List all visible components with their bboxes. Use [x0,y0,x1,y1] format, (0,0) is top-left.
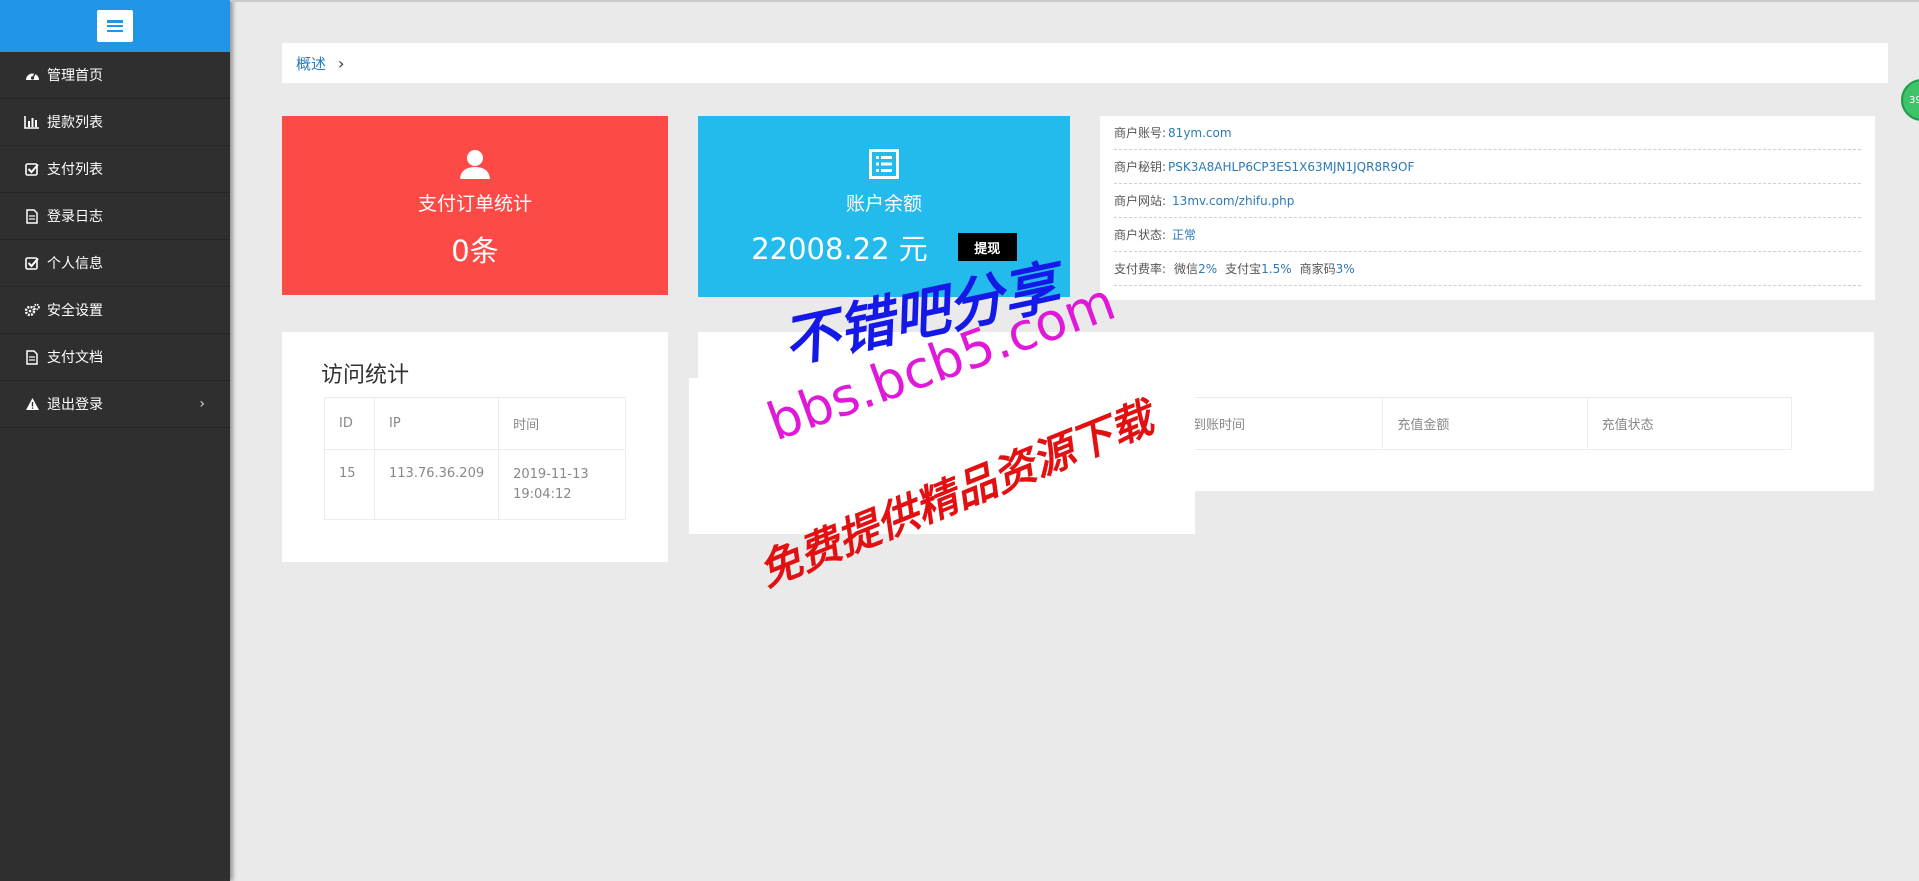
wechat-rate-value: 2% [1198,261,1218,276]
sidebar-item-home[interactable]: 管理首页 [0,52,230,99]
check-square-icon [23,255,41,271]
balance-title: 账户余额 [845,193,922,215]
warning-icon [23,396,41,412]
merchant-code-rate-label: 商家码 [1299,262,1336,276]
chevron-right-icon: › [199,396,205,412]
visit-time-cell: 2019-11-13 19:04:12 [498,449,626,520]
sidebar-item-docs[interactable]: 支付文档 [0,334,230,381]
sidebar-item-login-log[interactable]: 登录日志 [0,193,230,240]
merchant-status-value: 正常 [1172,228,1197,242]
merchant-rate-label: 支付费率: [1114,262,1167,276]
sidebar-item-profile[interactable]: 个人信息 [0,240,230,287]
merchant-site-row: 商户网站: 13mv.com/zhifu.php [1114,184,1861,218]
sidebar-item-label: 退出登录 [47,397,103,413]
merchant-status-row: 商户状态: 正常 [1114,218,1861,252]
order-stats-card: 支付订单统计 0条 [282,116,668,295]
column-header-time: 时间 [498,397,626,450]
sidebar-item-label: 管理首页 [47,68,103,84]
merchant-account-value: 81ym.com [1168,125,1232,140]
dashboard-icon [23,67,41,83]
breadcrumb: 概述 › [282,43,1888,83]
column-header-id: ID [324,397,375,450]
wechat-rate-label: 微信 [1174,262,1199,276]
recharge-table: 到账时间 充值金额 充值状态 [1177,397,1793,450]
sidebar-item-label: 个人信息 [47,256,103,272]
merchant-account-row: 商户账号: 81ym.com [1114,116,1861,150]
balance-amount: 22008.22 元 [751,232,928,266]
sidebar-item-label: 支付文档 [47,350,103,366]
sidebar-item-logout[interactable]: 退出登录 › [0,381,230,428]
table-row: 15 113.76.36.209 2019-11-13 19:04:12 [324,449,626,520]
merchant-account-label: 商户账号: [1114,126,1167,140]
order-stats-title: 支付订单统计 [417,193,532,215]
merchant-key-value: PSK3A8AHLP6CP3ES1X63MJN1JQR8R9OF [1168,159,1415,174]
column-header-status: 充值状态 [1586,397,1793,450]
watermark-backdrop [689,378,1195,534]
balance-row: 22008.22 元 提现 [751,226,1017,268]
sidebar-item-label: 安全设置 [47,303,103,319]
sidebar-item-label: 登录日志 [47,209,103,225]
visit-clock: 19:04:12 [513,486,572,502]
merchant-site-value: 13mv.com/zhifu.php [1172,193,1295,208]
check-square-icon [23,161,41,177]
document-icon [23,349,41,365]
sidebar-item-security[interactable]: 安全设置 [0,287,230,334]
alipay-rate-value: 1.5% [1261,261,1292,276]
column-header-ip: IP [373,397,500,450]
alipay-rate-label: 支付宝 [1225,262,1262,276]
merchant-info-panel: 商户账号: 81ym.com 商户秘钥: PSK3A8AHLP6CP3ES1X6… [1100,116,1875,300]
order-count: 0条 [451,234,499,268]
sidebar-item-label: 提款列表 [47,115,103,131]
breadcrumb-overview-link[interactable]: 概述 [296,53,326,74]
top-border [230,0,1919,2]
merchant-key-row: 商户秘钥: PSK3A8AHLP6CP3ES1X63MJN1JQR8R9OF [1114,150,1861,184]
sidebar-item-label: 支付列表 [47,162,103,178]
menu-toggle-button[interactable] [97,10,133,42]
hamburger-icon [107,20,123,32]
column-header-arrival-time: 到账时间 [1177,397,1384,450]
document-icon [23,208,41,224]
table-header-row: ID IP 时间 [324,397,626,450]
sidebar-item-payments[interactable]: 支付列表 [0,146,230,193]
merchant-status-label: 商户状态: [1114,228,1167,242]
visit-stats-panel: 访问统计 ID IP 时间 15 113.76.36.209 2019-11-1… [282,332,668,562]
gears-icon [23,302,41,318]
merchant-key-label: 商户秘钥: [1114,160,1167,174]
visit-ip-cell: 113.76.36.209 [373,449,500,520]
chevron-right-icon: › [338,53,345,73]
sidebar-header [0,0,230,52]
visit-table: ID IP 时间 15 113.76.36.209 2019-11-13 19:… [324,397,626,520]
merchant-code-rate-value: 3% [1335,261,1355,276]
visit-id-cell: 15 [324,449,375,520]
merchant-site-label: 商户网站: [1114,194,1167,208]
bar-chart-icon [23,114,41,130]
floating-badge[interactable]: 39 [1901,79,1919,121]
list-icon [869,149,899,179]
visit-date: 2019-11-13 [513,466,589,482]
visit-stats-title: 访问统计 [321,363,410,388]
column-header-amount: 充值金额 [1382,397,1588,450]
merchant-rate-row: 支付费率: 微信 2% 支付宝 1.5% 商家码 3% [1114,252,1861,286]
user-icon [458,149,492,179]
table-header-row: 到账时间 充值金额 充值状态 [1177,397,1793,450]
sidebar-item-withdrawals[interactable]: 提款列表 [0,99,230,146]
withdraw-button[interactable]: 提现 [957,233,1017,261]
balance-card: 账户余额 22008.22 元 提现 [698,116,1070,297]
sidebar: 管理首页 提款列表 支付列表 登录日志 个人信息 安全设置 支付文档 退出登录 … [0,0,230,881]
